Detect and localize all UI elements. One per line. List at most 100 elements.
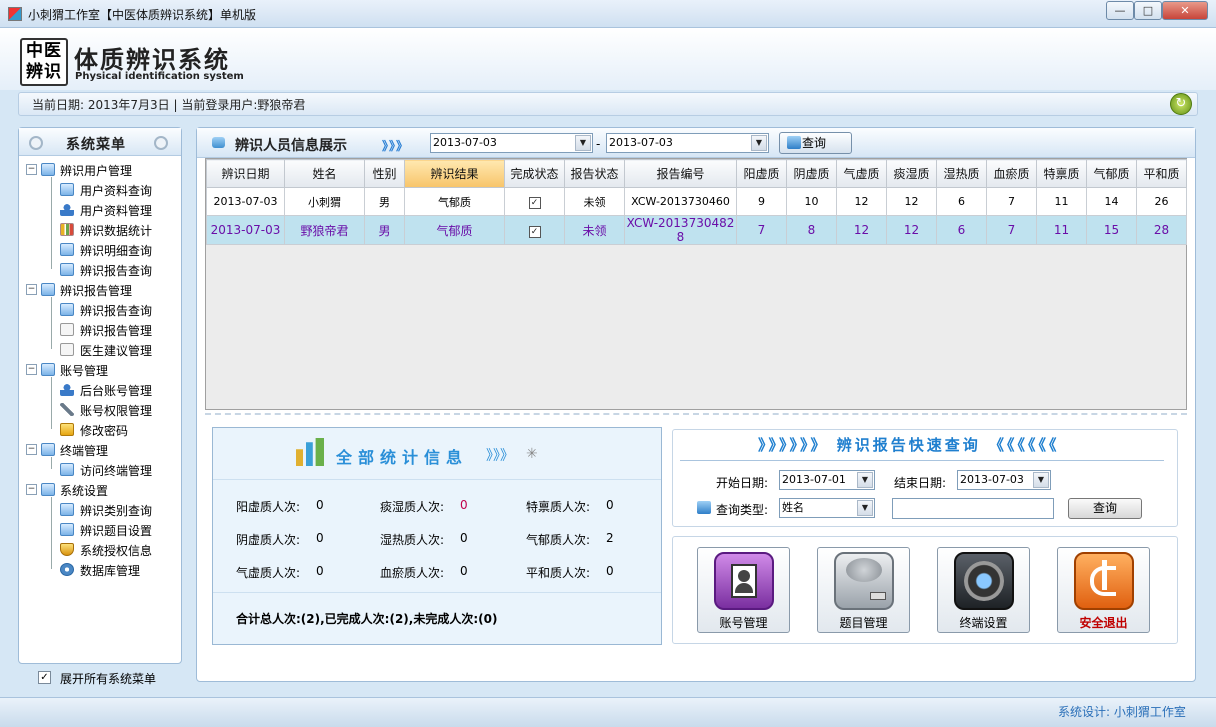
column-header[interactable]: 报告状态: [564, 159, 625, 188]
refresh-icon[interactable]: ↻: [1170, 93, 1192, 115]
expand-all-checkbox[interactable]: ✓: [38, 671, 51, 684]
column-header[interactable]: 辨识日期: [206, 159, 285, 188]
tree-toggle-icon[interactable]: −: [26, 364, 37, 375]
sidebar-item[interactable]: 辨识数据统计: [80, 222, 152, 239]
sidebar-item[interactable]: 医生建议管理: [80, 342, 152, 359]
column-header[interactable]: 阳虚质: [736, 159, 787, 188]
date-to-picker[interactable]: 2013-07-03 ▼: [606, 133, 769, 153]
table-cell[interactable]: 10: [786, 187, 837, 216]
table-cell[interactable]: 9: [736, 187, 787, 216]
chevron-down-icon[interactable]: ▼: [575, 135, 591, 151]
table-cell[interactable]: 气郁质: [404, 187, 505, 216]
query-type-select[interactable]: 姓名 ▼: [779, 498, 875, 518]
tree-toggle-icon[interactable]: −: [26, 164, 37, 175]
sidebar-item[interactable]: 访问终端管理: [80, 462, 152, 479]
column-header[interactable]: 湿热质: [936, 159, 987, 188]
sidebar-item[interactable]: 账号权限管理: [80, 402, 152, 419]
column-header[interactable]: 完成状态: [504, 159, 565, 188]
sidebar-group-3[interactable]: 终端管理: [60, 442, 108, 459]
start-date-picker[interactable]: 2013-07-01 ▼: [779, 470, 875, 490]
table-cell[interactable]: 11: [1036, 187, 1087, 216]
table-cell[interactable]: 小刺猬: [284, 187, 365, 216]
chevron-down-icon[interactable]: ▼: [857, 500, 873, 516]
table-cell[interactable]: 男: [364, 187, 405, 216]
query-keyword-input[interactable]: [892, 498, 1054, 519]
table-cell[interactable]: 28: [1136, 215, 1187, 245]
column-header[interactable]: 辨识结果: [404, 159, 505, 188]
sidebar-item[interactable]: 系统授权信息: [80, 542, 152, 559]
account-management-button[interactable]: 账号管理: [697, 547, 790, 633]
table-cell[interactable]: XCW-2013730460: [624, 187, 737, 216]
sidebar-group-0[interactable]: 辨识用户管理: [60, 162, 132, 179]
complete-status-cell[interactable]: ✓: [504, 215, 565, 245]
sidebar-group-1[interactable]: 辨识报告管理: [60, 282, 132, 299]
logout-button[interactable]: 安全退出: [1057, 547, 1150, 633]
column-header[interactable]: 血瘀质: [986, 159, 1037, 188]
date-from-picker[interactable]: 2013-07-03 ▼: [430, 133, 593, 153]
sidebar-group-4[interactable]: 系统设置: [60, 482, 108, 499]
table-cell[interactable]: 野狼帝君: [284, 215, 365, 245]
table-cell[interactable]: 2013-07-03: [206, 187, 285, 216]
column-header[interactable]: 报告编号: [624, 159, 737, 188]
maximize-button[interactable]: □: [1134, 1, 1162, 20]
chevron-down-icon[interactable]: ▼: [857, 472, 873, 488]
table-row[interactable]: 2013-07-03 野狼帝君男气郁质 ✓ 未领 XCW-2013730482​8 7 8 1…: [206, 215, 1187, 245]
column-header[interactable]: 性别: [364, 159, 405, 188]
table-cell[interactable]: 11: [1036, 215, 1087, 245]
table-cell[interactable]: 气郁质: [404, 215, 505, 245]
tree-toggle-icon[interactable]: −: [26, 484, 37, 495]
sidebar-item[interactable]: 辨识报告查询: [80, 302, 152, 319]
table-cell[interactable]: 26: [1136, 187, 1187, 216]
sidebar-item[interactable]: 修改密码: [80, 422, 128, 439]
tree-toggle-icon[interactable]: −: [26, 284, 37, 295]
table-cell[interactable]: 12: [836, 215, 887, 245]
table-cell[interactable]: 6: [936, 215, 987, 245]
sidebar-item[interactable]: 辨识题目设置: [80, 522, 152, 539]
sidebar-item[interactable]: 后台账号管理: [80, 382, 152, 399]
table-cell[interactable]: 15: [1086, 215, 1137, 245]
table-cell[interactable]: 12: [836, 187, 887, 216]
table-cell[interactable]: 未领: [564, 215, 625, 245]
complete-status-cell[interactable]: ✓: [504, 187, 565, 216]
sidebar-item[interactable]: 用户资料查询: [80, 182, 152, 199]
table-cell[interactable]: 男: [364, 215, 405, 245]
sidebar-item[interactable]: 辨识报告查询: [80, 262, 152, 279]
sidebar-item[interactable]: 用户资料管理: [80, 202, 152, 219]
table-cell[interactable]: 7: [986, 187, 1037, 216]
sidebar-item[interactable]: 辨识类别查询: [80, 502, 152, 519]
column-header[interactable]: 气郁质: [1086, 159, 1137, 188]
column-header[interactable]: 气虚质: [836, 159, 887, 188]
table-cell[interactable]: XCW-2013730482​8: [624, 215, 737, 245]
complete-checkbox[interactable]: ✓: [528, 196, 541, 209]
table-cell[interactable]: 12: [886, 215, 937, 245]
table-cell[interactable]: 2013-07-03: [206, 215, 285, 245]
column-header[interactable]: 特禀质: [1036, 159, 1087, 188]
sidebar-item[interactable]: 辨识明细查询: [80, 242, 152, 259]
table-cell[interactable]: 6: [936, 187, 987, 216]
column-header[interactable]: 痰湿质: [886, 159, 937, 188]
question-management-button[interactable]: 题目管理: [817, 547, 910, 633]
quick-query-button[interactable]: 查询: [1068, 498, 1142, 519]
doc-icon: [60, 323, 74, 336]
minimize-button[interactable]: —: [1106, 1, 1134, 20]
sidebar-group-2[interactable]: 账号管理: [60, 362, 108, 379]
table-row[interactable]: 2013-07-03 小刺猬男气郁质 ✓ 未领 XCW-2013730460 9 10 12 1…: [206, 187, 1187, 216]
table-cell[interactable]: 7: [736, 215, 787, 245]
terminal-settings-button[interactable]: 终端设置: [937, 547, 1030, 633]
table-cell[interactable]: 14: [1086, 187, 1137, 216]
close-button[interactable]: ✕: [1162, 1, 1208, 20]
chevron-down-icon[interactable]: ▼: [1033, 472, 1049, 488]
sidebar-item[interactable]: 辨识报告管理: [80, 322, 152, 339]
complete-checkbox[interactable]: ✓: [528, 225, 541, 238]
end-date-picker[interactable]: 2013-07-03 ▼: [957, 470, 1051, 490]
sidebar-item[interactable]: 数据库管理: [80, 562, 140, 579]
chevron-down-icon[interactable]: ▼: [751, 135, 767, 151]
table-cell[interactable]: 8: [786, 215, 837, 245]
table-cell[interactable]: 12: [886, 187, 937, 216]
table-cell[interactable]: 7: [986, 215, 1037, 245]
table-cell[interactable]: 未领: [564, 187, 625, 216]
column-header[interactable]: 平和质: [1136, 159, 1187, 188]
column-header[interactable]: 阴虚质: [786, 159, 837, 188]
column-header[interactable]: 姓名: [284, 159, 365, 188]
tree-toggle-icon[interactable]: −: [26, 444, 37, 455]
